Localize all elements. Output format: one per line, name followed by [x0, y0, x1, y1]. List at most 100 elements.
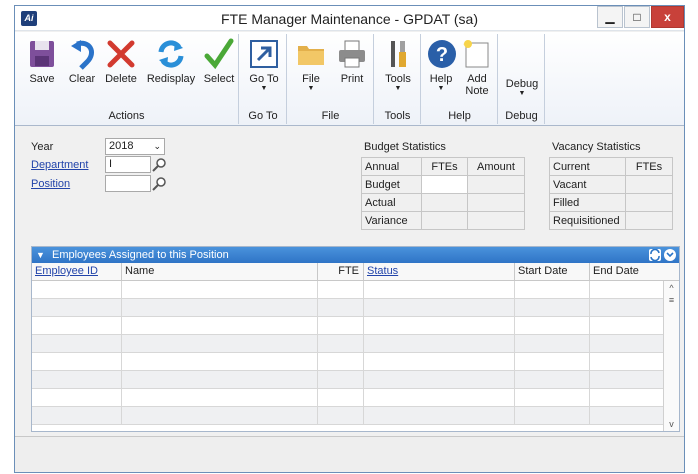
- folder-icon: [295, 38, 327, 70]
- ribbon-group-label-file: File: [321, 110, 340, 122]
- clear-button[interactable]: Clear: [67, 38, 97, 85]
- table-cell[interactable]: [122, 353, 318, 370]
- vertical-scrollbar[interactable]: ^ ≡ v: [663, 281, 679, 431]
- table-cell[interactable]: [318, 335, 364, 352]
- table-cell[interactable]: [318, 389, 364, 406]
- table-row[interactable]: [32, 389, 679, 407]
- table-cell[interactable]: [590, 353, 664, 370]
- delete-button[interactable]: Delete: [103, 38, 139, 85]
- table-row[interactable]: [32, 299, 679, 317]
- table-cell[interactable]: [122, 407, 318, 424]
- table-cell[interactable]: [364, 299, 515, 316]
- table-cell[interactable]: [364, 407, 515, 424]
- table-cell[interactable]: [122, 335, 318, 352]
- print-button[interactable]: Print: [334, 38, 370, 85]
- table-cell[interactable]: [515, 335, 590, 352]
- delete-icon: [105, 38, 137, 70]
- ribbon-group-debug: Debug ▼ Debug: [499, 34, 545, 124]
- table-cell[interactable]: [515, 281, 590, 298]
- minimize-button[interactable]: ▁: [597, 6, 623, 28]
- table-cell[interactable]: [318, 371, 364, 388]
- scroll-thumb[interactable]: ≡: [664, 295, 679, 305]
- table-cell[interactable]: [364, 389, 515, 406]
- refresh-grid-icon[interactable]: [649, 248, 661, 262]
- scroll-up-icon[interactable]: ^: [664, 283, 679, 293]
- tools-button[interactable]: Tools ▼: [381, 38, 415, 93]
- table-row[interactable]: [32, 281, 679, 299]
- table-cell[interactable]: [364, 317, 515, 334]
- year-label: Year: [31, 141, 54, 153]
- select-button[interactable]: Select: [201, 38, 237, 85]
- table-cell[interactable]: [364, 335, 515, 352]
- table-cell[interactable]: [515, 389, 590, 406]
- column-employee-id[interactable]: Employee ID: [32, 263, 122, 280]
- table-cell[interactable]: [318, 353, 364, 370]
- close-button[interactable]: x: [651, 6, 684, 28]
- ribbon-group-goto: Go To ▼ Go To: [240, 34, 287, 124]
- table-cell[interactable]: [32, 281, 122, 298]
- variance-amount-value: [467, 211, 525, 230]
- position-lookup-icon[interactable]: [152, 176, 167, 191]
- table-cell[interactable]: [590, 335, 664, 352]
- table-cell[interactable]: [590, 389, 664, 406]
- requisitioned-fte-value: [625, 211, 673, 230]
- table-cell[interactable]: [515, 299, 590, 316]
- table-cell[interactable]: [32, 317, 122, 334]
- add-note-button[interactable]: Add Note: [460, 38, 494, 97]
- table-cell[interactable]: [318, 281, 364, 298]
- table-cell[interactable]: [590, 281, 664, 298]
- table-cell[interactable]: [590, 317, 664, 334]
- scroll-down-icon[interactable]: v: [664, 419, 679, 429]
- table-cell[interactable]: [318, 317, 364, 334]
- table-cell[interactable]: [364, 281, 515, 298]
- department-link[interactable]: Department: [31, 159, 88, 171]
- table-row[interactable]: [32, 371, 679, 389]
- year-select[interactable]: 2018 ⌄: [105, 138, 165, 155]
- title-bar: Ai FTE Manager Maintenance - GPDAT (sa) …: [15, 6, 684, 31]
- debug-button[interactable]: Debug ▼: [501, 78, 543, 98]
- table-row[interactable]: [32, 317, 679, 335]
- help-button[interactable]: ? Help ▼: [426, 38, 456, 93]
- table-cell[interactable]: [32, 299, 122, 316]
- redisplay-button[interactable]: Redisplay: [145, 38, 197, 85]
- table-cell[interactable]: [590, 299, 664, 316]
- department-lookup-icon[interactable]: [152, 157, 167, 172]
- file-button[interactable]: File ▼: [294, 38, 328, 93]
- table-cell[interactable]: [122, 389, 318, 406]
- department-input[interactable]: I: [105, 156, 151, 173]
- chevron-down-icon: ▼: [518, 90, 526, 97]
- table-cell[interactable]: [590, 407, 664, 424]
- table-cell[interactable]: [318, 407, 364, 424]
- save-button[interactable]: Save: [25, 38, 59, 85]
- table-cell[interactable]: [515, 353, 590, 370]
- table-cell[interactable]: [32, 335, 122, 352]
- position-link[interactable]: Position: [31, 178, 70, 190]
- column-status[interactable]: Status: [364, 263, 515, 280]
- table-cell[interactable]: [364, 353, 515, 370]
- employees-grid-header: ▼ Employees Assigned to this Position: [32, 247, 679, 263]
- table-cell[interactable]: [32, 353, 122, 370]
- position-input[interactable]: [105, 175, 151, 192]
- maximize-button[interactable]: □: [624, 6, 650, 28]
- table-cell[interactable]: [32, 371, 122, 388]
- table-row[interactable]: [32, 353, 679, 371]
- table-cell[interactable]: [515, 317, 590, 334]
- table-cell[interactable]: [515, 371, 590, 388]
- table-cell[interactable]: [32, 389, 122, 406]
- table-row[interactable]: [32, 407, 679, 425]
- ribbon-group-label-actions: Actions: [108, 110, 145, 122]
- table-cell[interactable]: [122, 281, 318, 298]
- table-cell[interactable]: [122, 371, 318, 388]
- table-cell[interactable]: [364, 371, 515, 388]
- goto-button[interactable]: Go To ▼: [246, 38, 282, 93]
- table-cell[interactable]: [32, 407, 122, 424]
- table-cell[interactable]: [318, 299, 364, 316]
- table-cell[interactable]: [122, 299, 318, 316]
- table-cell[interactable]: [122, 317, 318, 334]
- table-cell[interactable]: [515, 407, 590, 424]
- expand-grid-icon[interactable]: [664, 249, 676, 261]
- table-cell[interactable]: [590, 371, 664, 388]
- table-row[interactable]: [32, 335, 679, 353]
- collapse-triangle-icon[interactable]: ▼: [36, 250, 45, 260]
- employees-grid-panel: ▼ Employees Assigned to this Position Em…: [31, 246, 680, 432]
